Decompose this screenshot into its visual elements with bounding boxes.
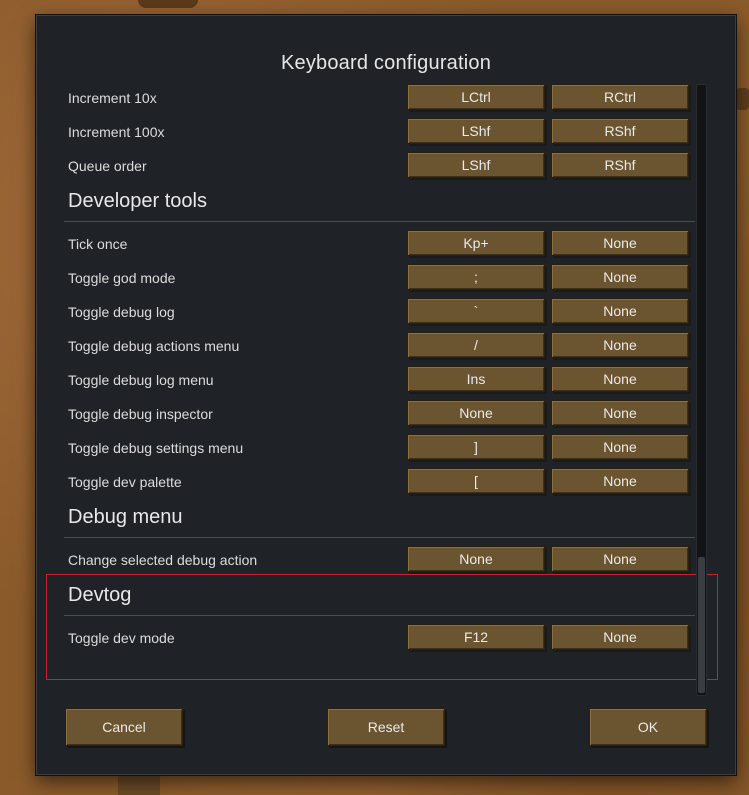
keybinding-label: Toggle debug settings menu bbox=[68, 440, 244, 456]
keybinding-row: Tick once Kp+ None bbox=[37, 228, 737, 262]
section-divider bbox=[64, 221, 695, 222]
primary-key-button[interactable]: [ bbox=[407, 468, 545, 494]
primary-key-button[interactable]: None bbox=[407, 546, 545, 572]
section-divider bbox=[64, 615, 695, 616]
primary-key-button[interactable]: ] bbox=[407, 434, 545, 460]
keybinding-row: Toggle debug log menu Ins None bbox=[37, 364, 737, 398]
scrollbar-track[interactable] bbox=[696, 84, 707, 696]
keybinding-row: Toggle dev mode F12 None bbox=[37, 622, 737, 656]
primary-key-button[interactable]: LShf bbox=[407, 152, 545, 178]
secondary-key-button[interactable]: None bbox=[551, 366, 689, 392]
background-decoration bbox=[138, 0, 198, 8]
secondary-key-button[interactable]: None bbox=[551, 400, 689, 426]
scrollbar-thumb[interactable] bbox=[698, 557, 705, 693]
keybinding-row: Increment 100x LShf RShf bbox=[37, 116, 737, 150]
reset-button[interactable]: Reset bbox=[327, 708, 445, 746]
keybinding-row: Increment 10x LCtrl RCtrl bbox=[37, 82, 737, 116]
keybinding-label: Increment 10x bbox=[68, 90, 157, 106]
cancel-button[interactable]: Cancel bbox=[65, 708, 183, 746]
keybinding-label: Change selected debug action bbox=[68, 552, 258, 568]
primary-key-button[interactable]: Kp+ bbox=[407, 230, 545, 256]
primary-key-button[interactable]: LShf bbox=[407, 118, 545, 144]
secondary-key-button[interactable]: RShf bbox=[551, 152, 689, 178]
secondary-key-button[interactable]: RShf bbox=[551, 118, 689, 144]
keybinding-label: Toggle debug log menu bbox=[68, 372, 214, 388]
secondary-key-button[interactable]: RCtrl bbox=[551, 84, 689, 110]
keybinding-row: Toggle debug log ` None bbox=[37, 296, 737, 330]
secondary-key-button[interactable]: None bbox=[551, 468, 689, 494]
ok-button[interactable]: OK bbox=[589, 708, 707, 746]
keybinding-label: Tick once bbox=[68, 236, 128, 252]
section-divider bbox=[64, 537, 695, 538]
secondary-key-button[interactable]: None bbox=[551, 230, 689, 256]
background-decoration bbox=[736, 88, 749, 110]
section-header-developer-tools: Developer tools bbox=[37, 182, 737, 222]
section-title: Debug menu bbox=[68, 506, 183, 528]
section-title: Developer tools bbox=[68, 190, 207, 212]
keybinding-row: Toggle debug inspector None None bbox=[37, 398, 737, 432]
section-title: Devtog bbox=[68, 584, 132, 606]
primary-key-button[interactable]: ` bbox=[407, 298, 545, 324]
primary-key-button[interactable]: Ins bbox=[407, 366, 545, 392]
keybinding-row: Toggle god mode ; None bbox=[37, 262, 737, 296]
keybinding-list[interactable]: Increment 10x LCtrl RCtrl Increment 100x… bbox=[37, 16, 737, 716]
keybinding-row: Toggle dev palette [ None bbox=[37, 466, 737, 500]
keybinding-label: Toggle dev palette bbox=[68, 474, 182, 490]
secondary-key-button[interactable]: None bbox=[551, 546, 689, 572]
primary-key-button[interactable]: LCtrl bbox=[407, 84, 545, 110]
section-header-debug-menu: Debug menu bbox=[37, 498, 737, 538]
keybinding-row: Toggle debug actions menu / None bbox=[37, 330, 737, 364]
section-header-devtog: Devtog bbox=[37, 576, 737, 616]
secondary-key-button[interactable]: None bbox=[551, 264, 689, 290]
keybinding-label: Queue order bbox=[68, 158, 147, 174]
keybinding-label: Toggle dev mode bbox=[68, 630, 175, 646]
keybinding-label: Toggle debug log bbox=[68, 304, 175, 320]
secondary-key-button[interactable]: None bbox=[551, 332, 689, 358]
primary-key-button[interactable]: ; bbox=[407, 264, 545, 290]
keyboard-config-dialog: Keyboard configuration Increment 10x LCt… bbox=[36, 15, 736, 775]
primary-key-button[interactable]: F12 bbox=[407, 624, 545, 650]
keybinding-label: Toggle debug inspector bbox=[68, 406, 213, 422]
secondary-key-button[interactable]: None bbox=[551, 298, 689, 324]
keybinding-label: Toggle debug actions menu bbox=[68, 338, 240, 354]
keybinding-row: Change selected debug action None None bbox=[37, 544, 737, 578]
primary-key-button[interactable]: / bbox=[407, 332, 545, 358]
keybinding-label: Increment 100x bbox=[68, 124, 165, 140]
secondary-key-button[interactable]: None bbox=[551, 624, 689, 650]
keybinding-row: Toggle debug settings menu ] None bbox=[37, 432, 737, 466]
keybinding-row: Queue order LShf RShf bbox=[37, 150, 737, 184]
secondary-key-button[interactable]: None bbox=[551, 434, 689, 460]
keybinding-label: Toggle god mode bbox=[68, 270, 176, 286]
primary-key-button[interactable]: None bbox=[407, 400, 545, 426]
